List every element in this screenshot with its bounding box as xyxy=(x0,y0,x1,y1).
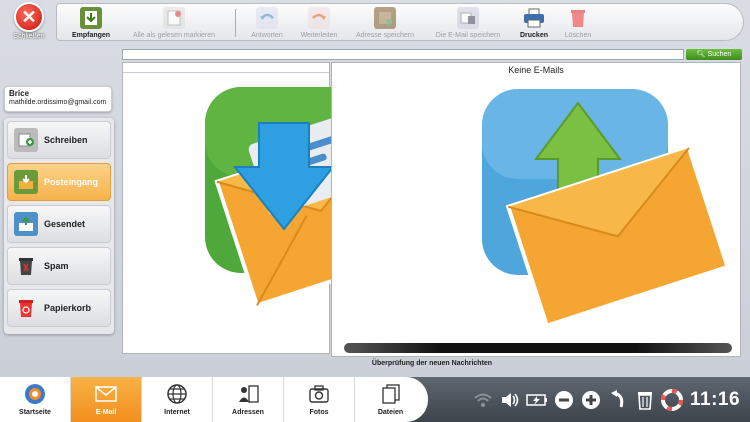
mark-all-read-button[interactable]: Alle als gelesen markieren xyxy=(119,4,229,42)
message-list-header xyxy=(123,63,329,73)
user-email: mathilde.ordissimo@gmail.com xyxy=(9,99,107,106)
close-label: Schließen xyxy=(13,33,45,40)
close-icon: ✕ xyxy=(14,2,44,32)
app-label: Startseite xyxy=(19,409,51,416)
search-input[interactable] xyxy=(122,48,684,60)
save-address-icon xyxy=(374,7,396,29)
app-email[interactable]: E-Mail xyxy=(71,377,142,422)
reply-button[interactable]: Antworten xyxy=(242,4,292,42)
forward-icon xyxy=(308,7,330,29)
app-launcher: Startseite E-Mail Internet Adressen Foto… xyxy=(0,377,428,422)
save-email-icon xyxy=(457,7,479,29)
receive-icon xyxy=(80,7,102,29)
zoom-in-icon[interactable] xyxy=(580,389,602,411)
close-button[interactable]: ✕ Schließen xyxy=(4,2,54,46)
help-lifebuoy-icon[interactable] xyxy=(661,389,683,411)
taskbar: Startseite E-Mail Internet Adressen Foto… xyxy=(0,377,750,422)
battery-charging-icon[interactable] xyxy=(526,389,548,411)
preview-pane: Keine E-Mails xyxy=(331,62,741,357)
zoom-out-icon[interactable] xyxy=(553,389,575,411)
print-button[interactable]: Drucken xyxy=(512,4,556,42)
sidebar-item-compose[interactable]: Schreiben xyxy=(7,121,111,159)
trash-icon[interactable] xyxy=(634,389,656,411)
forward-label: Weiterleiten xyxy=(300,32,338,39)
toolbar-divider xyxy=(235,9,236,37)
app-label: Adressen xyxy=(232,409,264,416)
receive-label: Empfangen xyxy=(71,32,111,39)
app-files[interactable]: Dateien xyxy=(355,377,426,422)
globe-icon xyxy=(166,383,188,405)
system-tray: 11:16 xyxy=(472,387,740,413)
user-name: Brice xyxy=(9,89,30,98)
clock: 11:16 xyxy=(690,389,741,410)
sidebar-item-trash[interactable]: Papierkorb xyxy=(7,289,111,327)
envelope-icon xyxy=(95,383,117,405)
progress-bar xyxy=(344,343,732,353)
files-icon xyxy=(380,383,402,405)
delete-button[interactable]: Löschen xyxy=(556,4,600,42)
app-home[interactable]: Startseite xyxy=(0,377,71,422)
app-contacts[interactable]: Adressen xyxy=(213,377,284,422)
sidebar: Schreiben Posteingang Gesendet Spam Papi… xyxy=(4,118,114,334)
save-address-label: Adresse speichern xyxy=(356,32,414,39)
forward-button[interactable]: Weiterleiten xyxy=(292,4,346,42)
wifi-icon[interactable] xyxy=(472,389,494,411)
app-label: E-Mail xyxy=(95,409,117,416)
toolbar: Empfangen Alle als gelesen markieren Ant… xyxy=(56,3,744,41)
app-photos[interactable]: Fotos xyxy=(284,377,355,422)
save-email-label: Die E-Mail speichern xyxy=(435,32,501,39)
app-label: Dateien xyxy=(377,409,404,416)
sent-illustration-icon xyxy=(482,89,731,329)
save-email-button[interactable]: Die E-Mail speichern xyxy=(424,4,512,42)
search-button-label: Suchen xyxy=(707,50,732,58)
search-icon: 🔍︎ xyxy=(696,51,706,58)
sidebar-item-label: Papierkorb xyxy=(44,303,92,313)
inbox-icon xyxy=(14,170,38,194)
home-icon xyxy=(24,383,46,405)
status-text: Überprüfung der neuen Nachrichten xyxy=(371,360,493,367)
sidebar-item-label: Schreiben xyxy=(44,135,88,145)
empty-state-text: Keine E-Mails xyxy=(508,65,564,75)
spam-icon xyxy=(14,254,38,278)
search-bar: 🔍︎ Suchen xyxy=(122,48,742,60)
print-label: Drucken xyxy=(519,32,548,39)
contacts-icon xyxy=(237,383,259,405)
reply-icon xyxy=(256,7,278,29)
sidebar-item-label: Posteingang xyxy=(44,177,99,187)
sidebar-item-label: Gesendet xyxy=(44,219,86,229)
sidebar-item-sent[interactable]: Gesendet xyxy=(7,205,111,243)
delete-label: Löschen xyxy=(564,32,592,39)
trash-icon xyxy=(14,296,38,320)
sidebar-item-label: Spam xyxy=(44,261,69,271)
mark-all-read-label: Alle als gelesen markieren xyxy=(132,32,216,39)
compose-icon xyxy=(14,128,38,152)
message-list[interactable] xyxy=(122,62,431,354)
app-label: Fotos xyxy=(309,409,329,416)
printer-icon xyxy=(523,7,545,29)
sidebar-item-spam[interactable]: Spam xyxy=(7,247,111,285)
camera-icon xyxy=(308,383,330,405)
undo-icon[interactable] xyxy=(607,389,629,411)
volume-icon[interactable] xyxy=(499,389,521,411)
receive-button[interactable]: Empfangen xyxy=(63,4,119,42)
mark-read-icon xyxy=(163,7,185,29)
reply-label: Antworten xyxy=(251,32,283,39)
app-label: Internet xyxy=(164,409,190,416)
search-button[interactable]: 🔍︎ Suchen xyxy=(686,48,742,60)
user-account-box: Brice mathilde.ordissimo@gmail.com xyxy=(4,86,112,112)
app-internet[interactable]: Internet xyxy=(142,377,213,422)
sidebar-item-inbox[interactable]: Posteingang xyxy=(7,163,111,201)
save-address-button[interactable]: Adresse speichern xyxy=(346,4,424,42)
sent-icon xyxy=(14,212,38,236)
trash-icon xyxy=(567,7,589,29)
